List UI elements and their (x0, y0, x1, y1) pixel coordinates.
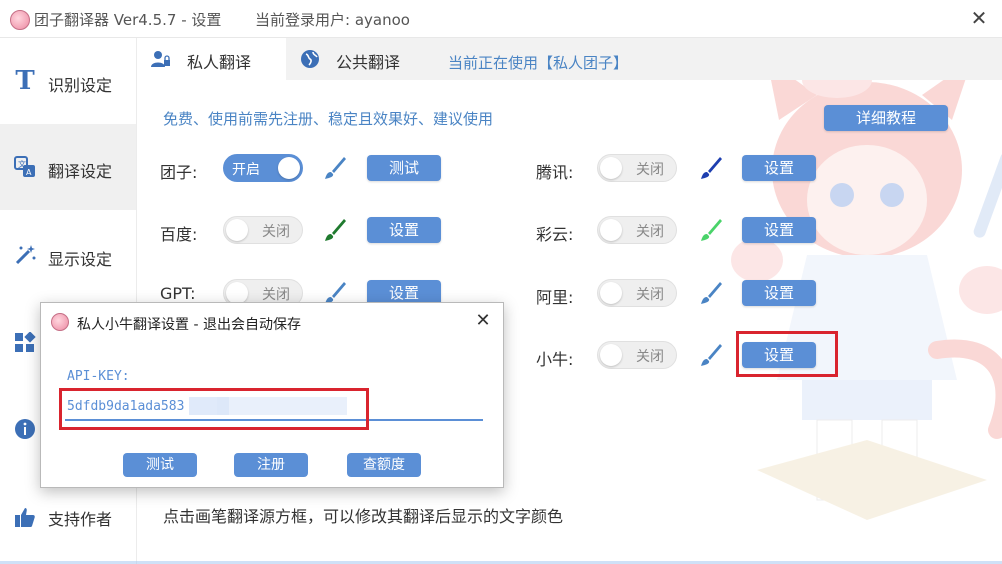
globe-icon (301, 50, 319, 68)
toggle-knob (600, 344, 622, 366)
toggle-knob (600, 219, 622, 241)
title-bar: 团子翻译器 Ver4.5.7 - 设置 当前登录用户: ayanoo ✕ (0, 0, 1002, 38)
color-brush-icon[interactable] (698, 342, 724, 368)
toggle-text: 关闭 (636, 287, 664, 303)
service-label-baidu: 百度: (160, 225, 198, 244)
toggle-text: 关闭 (636, 162, 664, 178)
color-brush-icon[interactable] (698, 155, 724, 181)
dialog-close-button[interactable]: ✕ (471, 309, 495, 333)
tab-public-translation[interactable]: 公共翻译 (286, 38, 436, 80)
sidebar-item-label: 翻译设定 (48, 162, 113, 181)
dialog-title: 私人小牛翻译设置 - 退出会自动保存 (77, 317, 301, 333)
settings-button-ali[interactable]: 设置 (742, 280, 816, 306)
service-label-xiaoniu: 小牛: (536, 350, 574, 369)
sidebar-item-label: 显示设定 (48, 250, 113, 269)
user-lock-icon (151, 51, 170, 67)
highlight-box-apikey (59, 388, 369, 430)
sidebar-item-support[interactable]: 支持作者 (0, 478, 136, 564)
tutorial-button[interactable]: 详细教程 (824, 105, 948, 131)
dialog-check-quota-button[interactable]: 查额度 (347, 453, 421, 477)
toggle-knob (600, 282, 622, 304)
toggle-tencent[interactable]: 关闭 (597, 154, 677, 182)
sidebar-item-label: 识别设定 (48, 76, 113, 95)
toggle-text: 关闭 (262, 287, 290, 303)
highlight-box-xiaoniu-settings (736, 331, 838, 377)
color-brush-icon[interactable] (322, 217, 348, 243)
dialog-register-button[interactable]: 注册 (234, 453, 308, 477)
settings-button-baidu[interactable]: 设置 (367, 217, 441, 243)
toggle-baidu[interactable]: 关闭 (223, 216, 303, 244)
app-logo-icon (51, 313, 69, 331)
toggle-knob (226, 282, 248, 304)
grid-icon (12, 330, 38, 356)
window-title: 团子翻译器 Ver4.5.7 - 设置 (34, 11, 222, 29)
magic-wand-icon (12, 242, 38, 268)
color-brush-icon[interactable] (698, 280, 724, 306)
toggle-text: 关闭 (636, 349, 664, 365)
toggle-knob (278, 157, 300, 179)
mascot-illustration (731, 80, 1002, 520)
service-label-gpt: GPT: (160, 284, 196, 303)
toggle-text: 开启 (232, 162, 260, 178)
apikey-label: API-KEY: (67, 369, 130, 384)
toggle-knob (226, 219, 248, 241)
xiaoniu-settings-dialog: 私人小牛翻译设置 - 退出会自动保存 ✕ API-KEY: 测试 注册 查额度 (40, 302, 504, 488)
settings-button-tencent[interactable]: 设置 (742, 155, 816, 181)
svg-text:A: A (26, 168, 32, 177)
tab-private-translation[interactable]: 私人翻译 (137, 38, 286, 80)
info-icon (12, 416, 38, 442)
service-label-caiyun: 彩云: (536, 225, 574, 244)
service-label-tuanzi: 团子: (160, 163, 198, 182)
toggle-ali[interactable]: 关闭 (597, 279, 677, 307)
toggle-tuanzi[interactable]: 开启 (223, 154, 303, 182)
toggle-text: 关闭 (636, 224, 664, 240)
sidebar-item-label: 支持作者 (48, 510, 113, 529)
toggle-knob (600, 157, 622, 179)
toggle-xiaoniu[interactable]: 关闭 (597, 341, 677, 369)
window-close-button[interactable]: ✕ (966, 5, 992, 31)
logged-in-user: 当前登录用户: ayanoo (255, 11, 410, 29)
translate-icon: 文A (12, 154, 38, 180)
dialog-test-button[interactable]: 测试 (123, 453, 197, 477)
settings-button-caiyun[interactable]: 设置 (742, 217, 816, 243)
sidebar-item-recognition[interactable]: T 识别设定 (0, 38, 136, 124)
toggle-text: 关闭 (262, 224, 290, 240)
app-logo-icon (10, 10, 30, 30)
current-translator-status: 当前正在使用【私人团子】 (448, 54, 629, 72)
color-brush-icon[interactable] (698, 217, 724, 243)
service-label-ali: 阿里: (536, 288, 574, 307)
sidebar-item-display[interactable]: 显示设定 (0, 210, 136, 296)
private-translation-tip: 免费、使用前需先注册、稳定且效果好、建议使用 (163, 110, 494, 128)
thumbs-up-icon (12, 504, 38, 530)
brush-hint-text: 点击画笔翻译源方框，可以修改其翻译后显示的文字颜色 (163, 507, 564, 526)
tab-label: 私人翻译 (187, 53, 252, 72)
color-brush-icon[interactable] (322, 155, 348, 181)
test-button-tuanzi[interactable]: 测试 (367, 155, 441, 181)
service-label-tencent: 腾讯: (536, 163, 574, 182)
svg-text:文: 文 (18, 159, 26, 169)
toggle-caiyun[interactable]: 关闭 (597, 216, 677, 244)
sidebar-item-translation[interactable]: 文A 翻译设定 (0, 124, 136, 210)
tab-label: 公共翻译 (336, 53, 401, 72)
letter-t-icon: T (15, 66, 35, 96)
